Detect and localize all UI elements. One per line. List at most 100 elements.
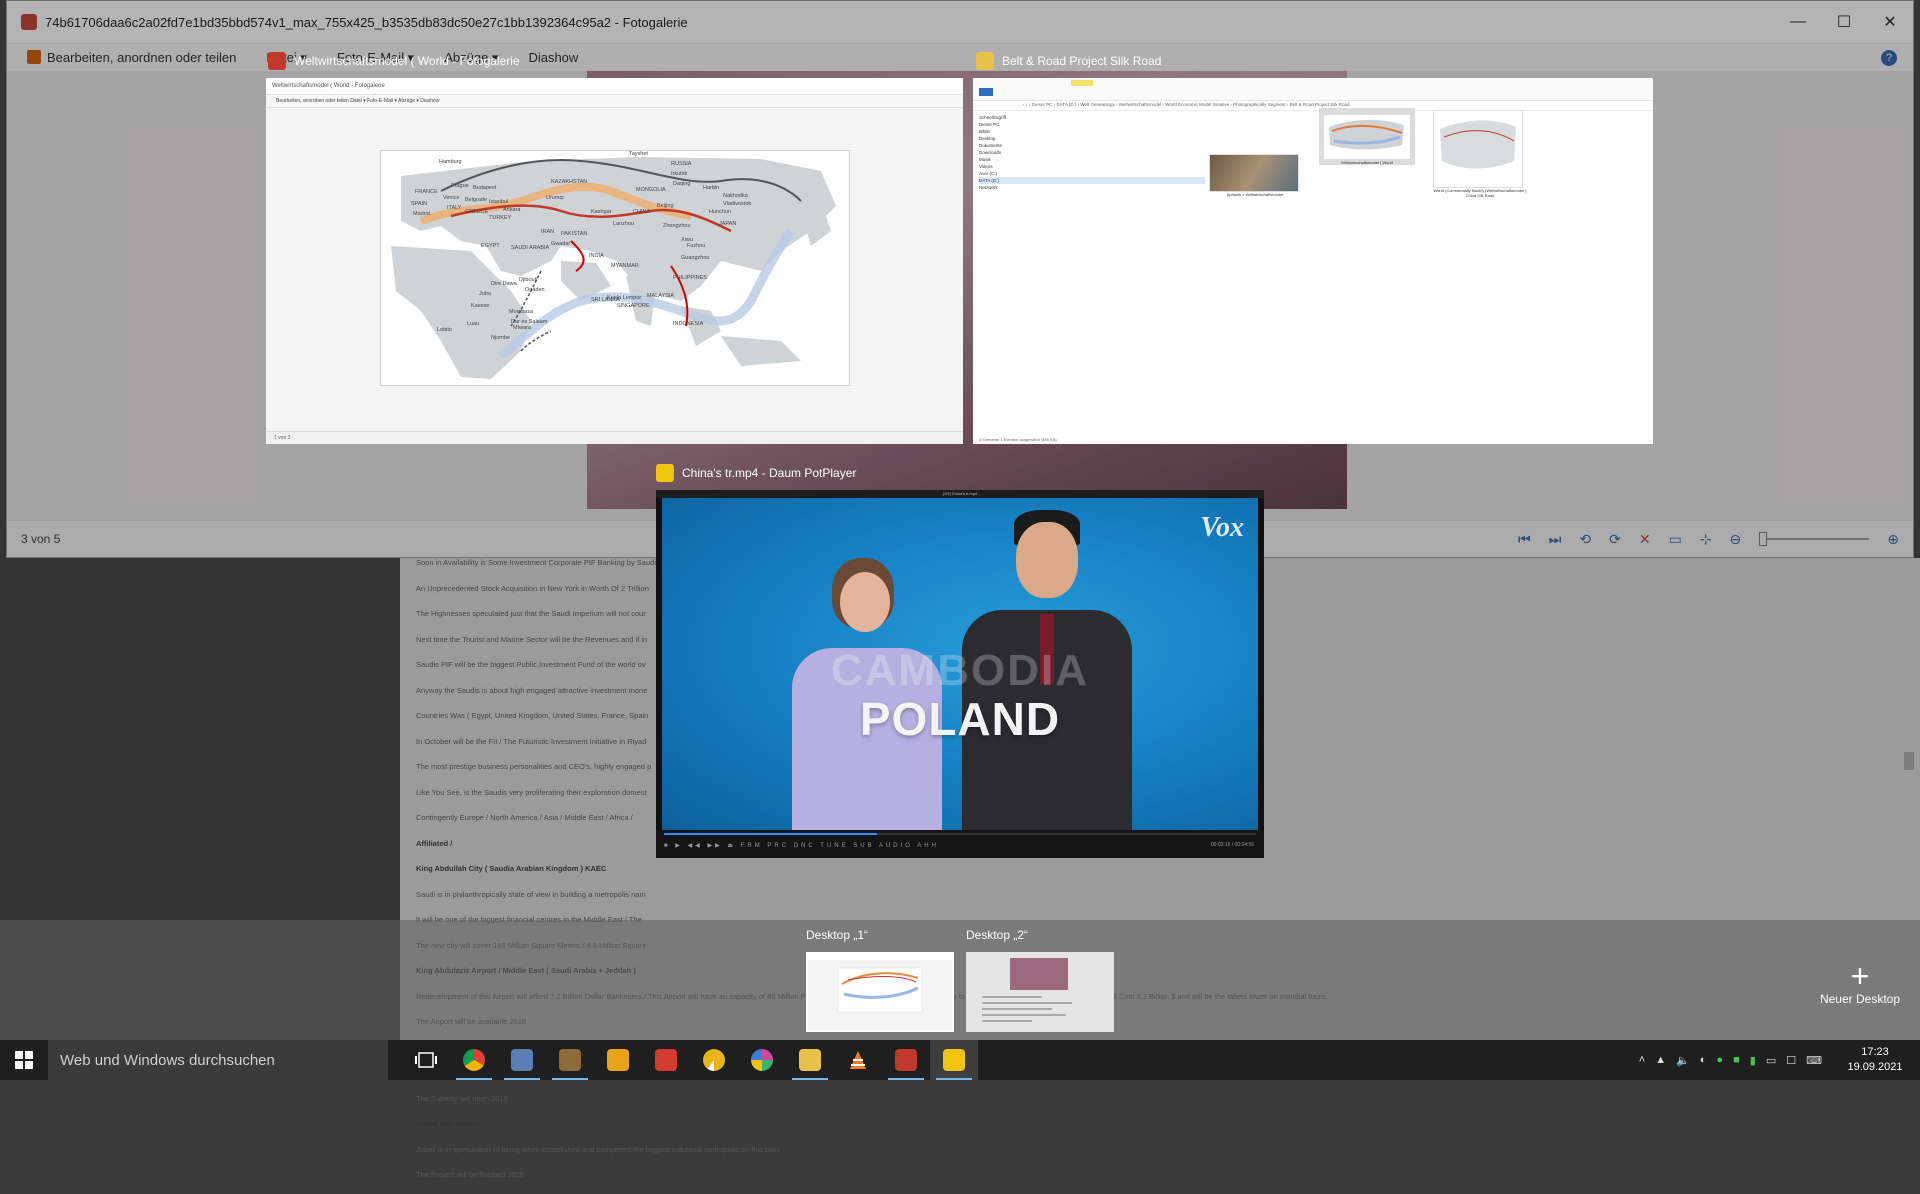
task-window-title: China's tr.mp4 - Daum PotPlayer (682, 466, 857, 480)
player-buttons[interactable]: ■ ▶ ◀◀ ▶▶ ⏏ FRM PRC DNC TUNE SUB AUDIO A… (664, 842, 939, 849)
new-desktop-button[interactable]: + Neuer Desktop (1808, 958, 1912, 1006)
map-label: Budapest (473, 185, 497, 191)
map-label: SPAIN (411, 201, 427, 207)
player-time: 00:02:15 / 00:04:56 (1210, 842, 1254, 848)
file-name: World (Commercially Model) (Weltwirtscha… (1433, 188, 1527, 198)
map-label: KAZAKHSTAN (551, 179, 587, 185)
map-label: Kashgar (591, 209, 612, 215)
task-window-label-potplayer[interactable]: China's tr.mp4 - Daum PotPlayer (656, 464, 856, 482)
map-label: Ankara (503, 207, 521, 213)
paint-icon (607, 1049, 629, 1071)
taskbar-paint[interactable] (594, 1040, 642, 1080)
explorer-icon (799, 1049, 821, 1071)
new-desktop-label: Neuer Desktop (1819, 992, 1901, 1006)
map-mini (1440, 120, 1516, 169)
desktop-1-thumbnail[interactable] (806, 952, 954, 1032)
taskbar-picasa[interactable] (738, 1040, 786, 1080)
file-image (1209, 154, 1299, 192)
volume-icon[interactable]: 🔈 (1676, 1054, 1690, 1067)
wifi-icon[interactable]: ▮ (1750, 1054, 1756, 1067)
taskbar-potplayer[interactable] (930, 1040, 978, 1080)
task-window-label-explorer[interactable]: Belt & Road Project Silk Road (976, 52, 1161, 70)
potplayer-icon (943, 1049, 965, 1071)
taskbar-photo-app[interactable] (546, 1040, 594, 1080)
taskbar-acrobat[interactable] (642, 1040, 690, 1080)
start-button[interactable] (0, 1040, 48, 1080)
explorer-ribbon (973, 78, 1653, 101)
search-input[interactable]: Web und Windows durchsuchen (48, 1040, 388, 1080)
nav-item: Netzwerk (979, 185, 998, 190)
windows-logo-icon (15, 1051, 33, 1069)
clock-date: 19.09.2021 (1847, 1061, 1903, 1073)
tray-overflow-icon[interactable]: ˄ (1639, 1054, 1645, 1066)
map-label: Luau (467, 321, 479, 327)
document-line: The Subway will open 2019 (416, 1093, 508, 1103)
player-controls: ■ ▶ ◀◀ ▶▶ ⏏ FRM PRC DNC TUNE SUB AUDIO A… (656, 830, 1264, 858)
seek-bar[interactable] (664, 833, 1256, 835)
taskbar-apps (402, 1040, 978, 1080)
desktop-1-label: Desktop „1“ (806, 928, 869, 942)
map-label: Juba (479, 291, 492, 297)
map-svg: Hamburg RUSSIA Irkutsk Tayshet KAZAKHSTA… (381, 151, 849, 385)
taskbar-chrome-alt[interactable] (690, 1040, 738, 1080)
task-window-gallery[interactable]: Weltwirtschaftsmodel ( World - Fotogaler… (266, 78, 963, 444)
belt-road-map: Hamburg RUSSIA Irkutsk Tayshet KAZAKHSTA… (380, 150, 850, 386)
map-label: Tayshet (629, 151, 648, 157)
map-label: PAKISTAN (561, 231, 587, 237)
map-label: Njombe (491, 335, 510, 341)
task-view-button[interactable] (402, 1040, 450, 1080)
potplayer-icon (656, 464, 674, 482)
desktop-2-thumbnail[interactable] (966, 952, 1114, 1032)
map-label: EGYPT (481, 243, 500, 249)
pdf-icon (511, 1049, 533, 1071)
map-label: Ogaden (525, 287, 545, 293)
notification-icon[interactable]: ☐ (1786, 1054, 1796, 1067)
chrome-icon (463, 1049, 485, 1071)
map-label: GREECE (465, 209, 489, 215)
map-label: Istanbul (489, 199, 508, 205)
vlc-icon (850, 1051, 866, 1069)
file-thumbnail-selected: Weltwirtschaftsmodel ( World (1319, 108, 1415, 165)
clock[interactable]: 17:23 19.09.2021 (1840, 1045, 1910, 1075)
ribbon-highlight (1071, 80, 1093, 86)
desktop-2-label: Desktop „2“ (966, 928, 1029, 942)
file-name: Weltwirtschaftsmodel ( World (1341, 160, 1393, 165)
desktop-1-preview (808, 954, 952, 1030)
taskbar-pdf[interactable] (498, 1040, 546, 1080)
map-label: RUSSIA (671, 161, 692, 167)
task-window-label-gallery[interactable]: Weltwirtschaftsmodel ( World - Fotogaler… (268, 52, 520, 70)
virtual-desktop-strip (0, 920, 1920, 1040)
security-icon[interactable]: ● (1716, 1054, 1723, 1066)
map-label: Dire Dawa (491, 281, 518, 287)
task-window-potplayer[interactable]: [2/3] China's tr.mp4 Vox CAMBODIA POLAND… (656, 490, 1264, 858)
nvidia-icon[interactable]: ■ (1733, 1054, 1740, 1066)
taskbar-explorer[interactable] (786, 1040, 834, 1080)
photo-app-icon (559, 1049, 581, 1071)
map-label: MONGOLIA (636, 187, 666, 193)
taskbar-photo-gallery[interactable] (882, 1040, 930, 1080)
plus-icon: + (1850, 958, 1870, 994)
taskbar-vlc[interactable] (834, 1040, 882, 1080)
clock-time: 17:23 (1861, 1046, 1889, 1058)
chrome-alt-icon (703, 1049, 725, 1071)
app-tray-icon[interactable]: ◐ (1700, 1054, 1707, 1066)
nav-item: Desktop (979, 136, 996, 141)
ghost-caption: CAMBODIA (831, 646, 1089, 695)
map-label: ITALY (447, 205, 462, 211)
nav-item: Downloads (979, 150, 1002, 155)
map-label: Nakhodka (723, 193, 749, 199)
map-label: Beijing (657, 203, 674, 209)
map-label: Kuala Lumpur (607, 295, 641, 301)
nav-item: Dieser PC (979, 122, 1000, 127)
keyboard-icon[interactable]: ⌨ (1806, 1054, 1822, 1067)
vox-watermark: Vox (1200, 512, 1244, 543)
map-label: SINGAPORE (617, 303, 650, 309)
nav-item: Videos (979, 164, 993, 169)
taskbar-chrome[interactable] (450, 1040, 498, 1080)
folder-icon (976, 52, 994, 70)
battery-icon[interactable]: ▭ (1766, 1054, 1776, 1067)
network-up-icon[interactable]: ▲ (1655, 1054, 1666, 1066)
task-window-title: Belt & Road Project Silk Road (1002, 54, 1162, 68)
task-window-explorer[interactable]: ‹ › ↑ Dieser PC › DATA (D:) › Welt Genea… (973, 78, 1653, 444)
map-label: FRANCE (415, 189, 438, 195)
